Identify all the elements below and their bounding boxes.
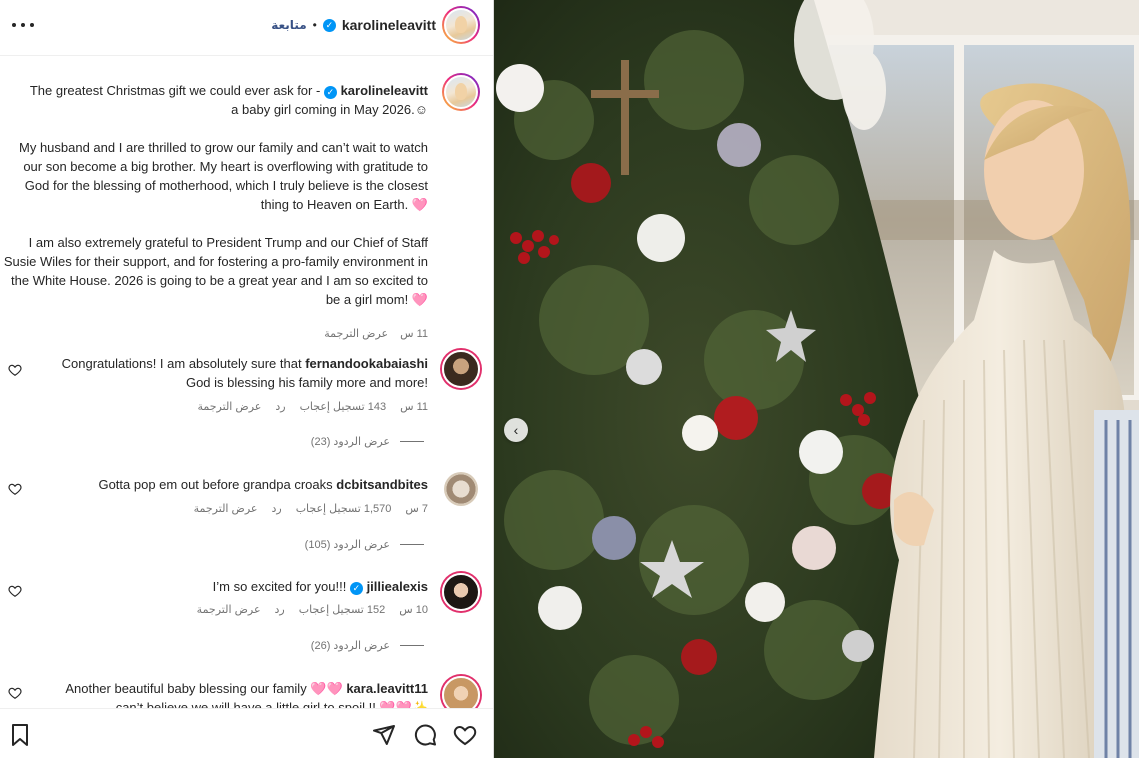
- comment-text: Another beautiful baby blessing our fami…: [28, 679, 428, 708]
- comment-likes[interactable]: 143 تسجيل إعجاب: [300, 400, 387, 413]
- heart-icon[interactable]: [8, 363, 22, 377]
- caption-text: The greatest Christmas gift we could eve…: [0, 81, 428, 328]
- comment-body-line2: can’t believe we will have a little girl…: [115, 700, 428, 708]
- comment-time: 10 س: [399, 604, 428, 616]
- avatar[interactable]: [442, 350, 480, 388]
- view-replies-label: عرض الردود (26): [310, 640, 390, 652]
- bookmark-icon[interactable]: [8, 723, 32, 747]
- header-username[interactable]: karolineleavitt: [342, 17, 436, 33]
- heart-icon[interactable]: [8, 686, 22, 700]
- view-replies-button[interactable]: عرض الردود (105): [305, 538, 424, 551]
- chevron-left-icon[interactable]: ‹: [504, 418, 528, 442]
- comment-icon[interactable]: [413, 723, 437, 747]
- divider: [400, 645, 424, 646]
- comment-username[interactable]: fernandookabaiashi: [305, 356, 428, 371]
- view-replies-button[interactable]: عرض الردود (26): [311, 639, 424, 652]
- see-translation-link[interactable]: عرض الترجمة: [194, 502, 258, 515]
- comment-text: Gotta pop em out before grandpa croaks d…: [28, 475, 428, 494]
- reply-button[interactable]: رد: [275, 400, 285, 413]
- comment-username[interactable]: jilliealexis: [367, 579, 428, 594]
- more-options-icon[interactable]: [12, 14, 34, 36]
- caption-time: 11 س: [400, 328, 428, 340]
- avatar[interactable]: [444, 472, 478, 506]
- share-icon[interactable]: [372, 723, 396, 747]
- see-translation-link[interactable]: عرض الترجمة: [197, 603, 261, 616]
- comment-likes[interactable]: 152 تسجيل إعجاب: [299, 603, 386, 616]
- comment-time: 7 س: [405, 503, 428, 515]
- comment-likes[interactable]: 1,570 تسجيل إعجاب: [296, 502, 392, 515]
- avatar[interactable]: [442, 6, 480, 44]
- comment-body: Gotta pop em out before grandpa croaks: [98, 477, 333, 492]
- comments-scroll-area[interactable]: The greatest Christmas gift we could eve…: [0, 57, 493, 708]
- avatar[interactable]: [442, 573, 480, 611]
- comment-time: 11 س: [400, 401, 428, 413]
- comment-body: I’m so excited for you!!!: [212, 579, 347, 594]
- caption-username[interactable]: karolineleavitt: [341, 83, 428, 98]
- comment-body: Congratulations! I am absolutely sure th…: [61, 356, 302, 371]
- reply-button[interactable]: رد: [271, 502, 281, 515]
- verified-badge-icon: ✓: [322, 18, 336, 32]
- caption-avatar[interactable]: [442, 73, 480, 111]
- comment-text: Congratulations! I am absolutely sure th…: [28, 354, 428, 392]
- avatar[interactable]: [442, 676, 480, 708]
- view-replies-label: عرض الردود (105): [304, 539, 390, 551]
- comment-body-line2: God is blessing his family more and more…: [185, 375, 428, 390]
- post-header: karolineleavitt ✓ • متابعة: [0, 0, 493, 56]
- comment-text: I’m so excited for you!!! ✓ jilliealexis: [28, 577, 428, 596]
- heart-icon[interactable]: [453, 723, 477, 747]
- reply-button[interactable]: رد: [275, 603, 285, 616]
- see-translation-link[interactable]: عرض الترجمة: [198, 400, 262, 413]
- caption-line2: a baby girl coming in May 2026.☺: [231, 102, 428, 117]
- verified-badge-icon: ✓: [349, 582, 363, 595]
- post-photo[interactable]: ‹: [494, 0, 1139, 758]
- follow-button[interactable]: متابعة: [271, 18, 306, 32]
- caption-line1: The greatest Christmas gift we could eve…: [29, 83, 321, 98]
- heart-icon[interactable]: [8, 482, 22, 496]
- action-bar: [0, 708, 493, 758]
- header-author: karolineleavitt ✓ • متابعة: [271, 6, 480, 44]
- see-translation-link[interactable]: عرض الترجمة: [324, 327, 388, 340]
- comments-panel: karolineleavitt ✓ • متابعة The greatest …: [0, 0, 494, 758]
- verified-badge-icon: ✓: [323, 86, 337, 99]
- heart-icon[interactable]: [8, 584, 22, 598]
- separator: •: [312, 18, 317, 32]
- view-replies-button[interactable]: عرض الردود (23): [311, 435, 424, 448]
- caption-paragraph-3: I am also extremely grateful to Presiden…: [3, 235, 428, 307]
- comment-meta: 10 س 152 تسجيل إعجاب رد عرض الترجمة: [197, 603, 428, 616]
- christmas-photo-image: [494, 0, 1139, 758]
- comment-username[interactable]: dcbitsandbites: [336, 477, 428, 492]
- comment-meta: 11 س 143 تسجيل إعجاب رد عرض الترجمة: [198, 400, 429, 413]
- caption-meta: 11 س عرض الترجمة: [324, 327, 428, 340]
- view-replies-label: عرض الردود (23): [310, 436, 390, 448]
- divider: [400, 544, 424, 545]
- comment-body: Another beautiful baby blessing our fami…: [65, 681, 343, 696]
- caption-paragraph-2: My husband and I are thrilled to grow ou…: [19, 140, 428, 212]
- divider: [400, 441, 424, 442]
- comment-username[interactable]: kara.leavitt11: [346, 681, 428, 696]
- comment-meta: 7 س 1,570 تسجيل إعجاب رد عرض الترجمة: [194, 502, 428, 515]
